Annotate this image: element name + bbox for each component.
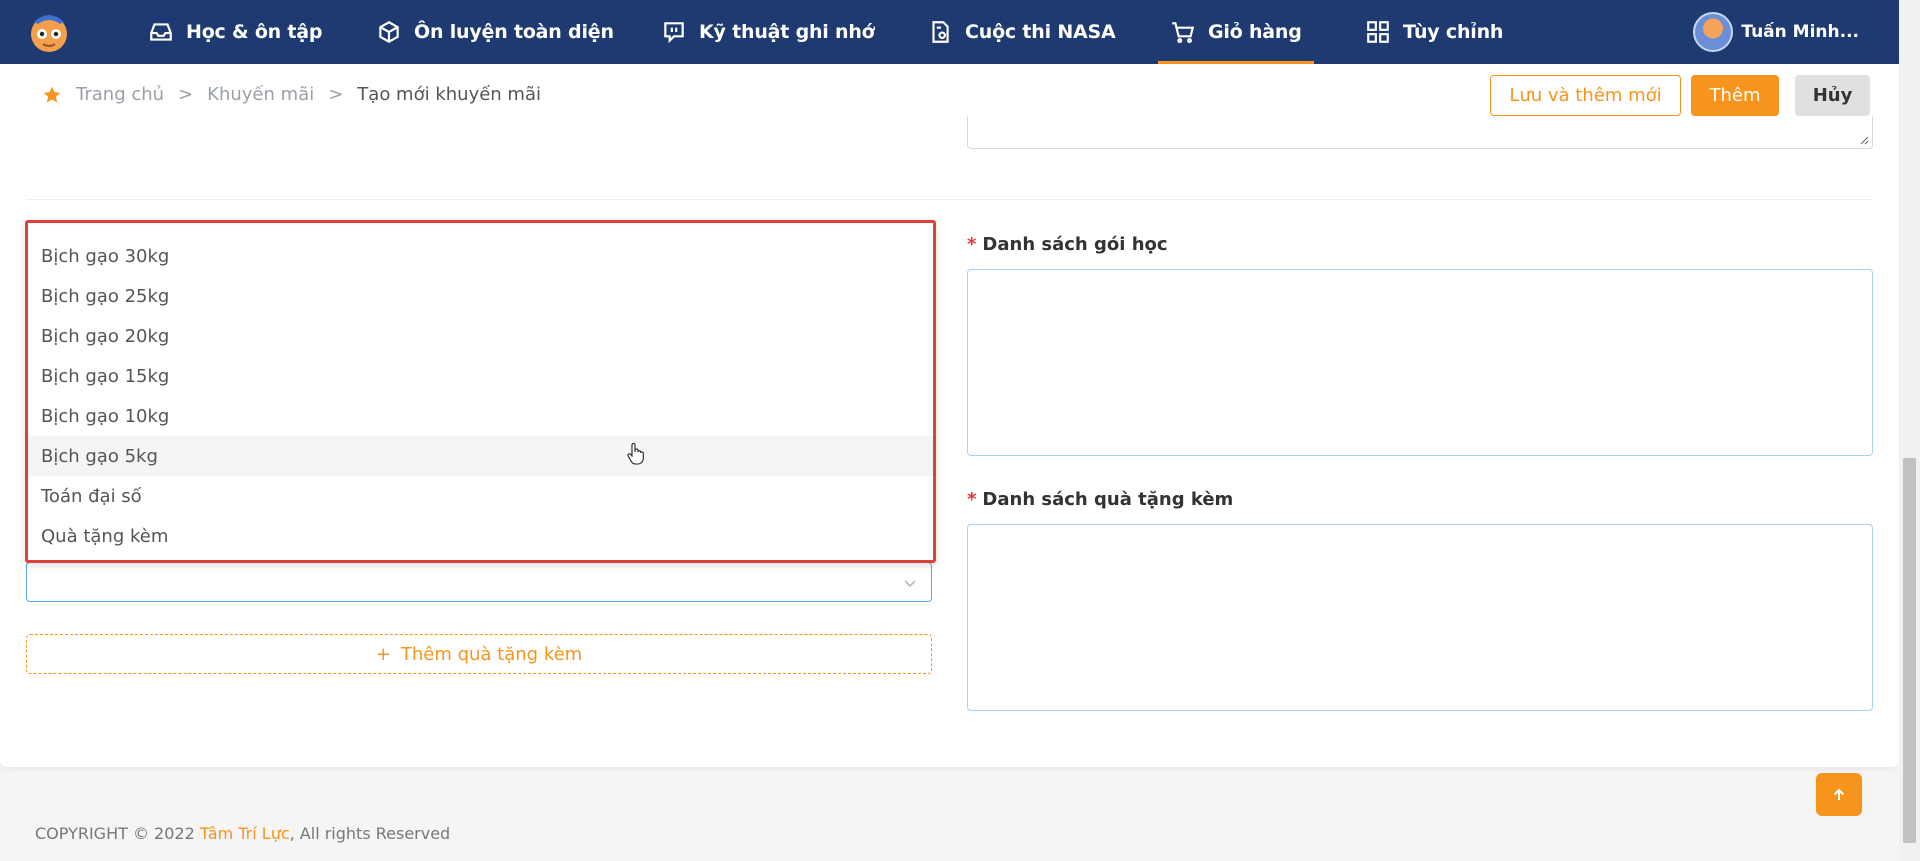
avatar (1693, 12, 1734, 52)
nav-item-label: Kỹ thuật ghi nhớ (699, 21, 875, 43)
nav-item-label: Tùy chỉnh (1403, 21, 1504, 43)
nav-item-label: Cuộc thi NASA (965, 21, 1116, 43)
gift-list-label-text: Danh sách quà tặng kèm (982, 489, 1234, 510)
grid-icon (1367, 21, 1389, 43)
document-settings-icon (932, 21, 949, 43)
gift-dropdown-menu: Bịch gạo 30kg Bịch gạo 25kg Bịch gạo 20k… (25, 220, 936, 563)
dropdown-option[interactable]: Bịch gạo 30kg (28, 236, 933, 276)
nav-item-on-luyen[interactable]: Ôn luyện toàn diện (376, 0, 614, 64)
dropdown-option[interactable]: Bịch gạo 15kg (28, 356, 933, 396)
footer-brand-link[interactable]: Tâm Trí Lực (200, 824, 290, 843)
hand-cursor-icon (627, 442, 644, 465)
nav-item-hoc-on-tap[interactable]: Học & ôn tập (148, 0, 323, 64)
resize-grip-icon[interactable] (1859, 135, 1869, 145)
cart-icon (1172, 22, 1195, 44)
scroll-to-top-button[interactable] (1816, 773, 1862, 816)
dropdown-option[interactable]: Bịch gạo 5kg (28, 436, 933, 476)
footer-prefix: COPYRIGHT © 2022 (35, 824, 200, 843)
user-menu[interactable]: Tuấn Minh... (1693, 0, 1859, 64)
page-scrollbar[interactable] (1899, 0, 1920, 861)
add-button[interactable]: Thêm (1691, 75, 1779, 116)
dropdown-option[interactable]: Toán đại số (28, 476, 933, 516)
course-list-label: * Danh sách gói học (967, 234, 1168, 255)
breadcrumb: Trang chủ > Khuyến mãi > Tạo mới khuyến … (42, 84, 541, 105)
star-icon (43, 86, 61, 102)
nav-item-label: Học & ôn tập (186, 21, 323, 43)
nav-item-tuy-chinh[interactable]: Tùy chỉnh (1365, 0, 1503, 64)
course-list-label-text: Danh sách gói học (982, 234, 1168, 255)
dropdown-option[interactable]: Quà tặng kèm (28, 516, 933, 556)
dropdown-option[interactable]: Bịch gạo 20kg (28, 316, 933, 356)
breadcrumb-home[interactable]: Trang chủ (76, 84, 164, 105)
nav-item-cuoc-thi[interactable]: Cuộc thi NASA (927, 0, 1116, 64)
description-textarea[interactable] (967, 116, 1873, 149)
gift-list-box[interactable] (967, 524, 1873, 711)
plus-icon: + (375, 643, 391, 665)
course-list-box[interactable] (967, 269, 1873, 456)
footer-suffix: , All rights Reserved (289, 824, 451, 843)
box-icon (379, 21, 399, 43)
required-mark: * (967, 234, 977, 255)
save-and-add-button[interactable]: Lưu và thêm mới (1490, 75, 1681, 116)
arrow-up-icon (1833, 788, 1845, 800)
add-gift-button[interactable]: + Thêm quà tặng kèm (26, 634, 932, 674)
breadcrumb-promotions[interactable]: Khuyến mãi (207, 84, 314, 105)
nav-item-gio-hang[interactable]: Giỏ hàng (1158, 0, 1314, 64)
breadcrumb-separator: > (178, 84, 194, 105)
section-divider (26, 199, 1873, 200)
scrollbar-thumb[interactable] (1903, 458, 1916, 843)
breadcrumb-current: Tạo mới khuyến mãi (357, 84, 541, 105)
nav-item-label: Giỏ hàng (1208, 21, 1302, 43)
cancel-button[interactable]: Hủy (1795, 75, 1870, 116)
breadcrumb-separator: > (328, 84, 344, 105)
chat-icon (664, 22, 684, 44)
gift-list-label: * Danh sách quà tặng kèm (967, 489, 1233, 510)
required-mark: * (967, 489, 977, 510)
dropdown-option[interactable]: Bịch gạo 25kg (28, 276, 933, 316)
add-gift-label: Thêm quà tặng kèm (400, 643, 583, 665)
top-navbar: Học & ôn tập Ôn luyện toàn diện Kỹ thuật… (0, 0, 1899, 64)
logo-icon[interactable] (26, 10, 72, 54)
user-name: Tuấn Minh... (1741, 22, 1859, 42)
footer-copyright: COPYRIGHT © 2022 Tâm Trí Lực, All rights… (35, 824, 450, 843)
dropdown-option[interactable]: Bịch gạo 10kg (28, 396, 933, 436)
inbox-icon (150, 23, 172, 41)
chevron-down-icon (904, 580, 916, 588)
gift-select[interactable] (26, 562, 932, 602)
nav-item-label: Ôn luyện toàn diện (414, 21, 614, 43)
nav-item-ky-thuat[interactable]: Kỹ thuật ghi nhớ (661, 0, 875, 64)
